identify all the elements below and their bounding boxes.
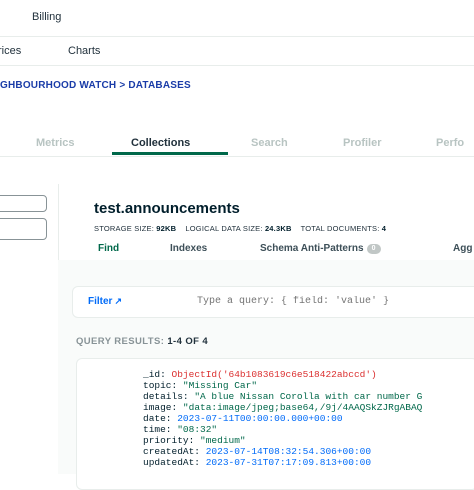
collection-stats: STORAGE SIZE: 92KB LOGICAL DATA SIZE: 24… bbox=[94, 224, 386, 233]
collection-subtabs: Find Indexes Schema Anti-Patterns 0 Agg bbox=[58, 240, 474, 260]
query-results-text: QUERY RESULTS: bbox=[76, 336, 165, 347]
field-updated-at: updatedAt: 2023-07-31T07:17:09.813+00:00 bbox=[143, 457, 371, 468]
top-navbar: Billing bbox=[0, 0, 474, 37]
field-date-key: date: bbox=[143, 413, 172, 424]
field-topic-value: "Missing Car" bbox=[182, 380, 258, 391]
filter-query-input[interactable] bbox=[197, 296, 474, 307]
field-details-value: "A blue Nissan Corolla with car number G bbox=[194, 391, 423, 402]
subtab-schema-anti-patterns[interactable]: Schema Anti-Patterns 0 bbox=[260, 243, 381, 254]
field-topic: topic: "Missing Car" bbox=[143, 380, 257, 391]
subtab-aggregations[interactable]: Agg bbox=[453, 243, 472, 254]
field-date-value: 2023-07-11T00:00:00.000+00:00 bbox=[177, 413, 343, 424]
field-details: details: "A blue Nissan Corolla with car… bbox=[143, 391, 422, 402]
logical-size-value: 24.3KB bbox=[264, 224, 292, 233]
field-image-value: "data:image/jpeg;base64,/9j/4AAQSkZJRgAB… bbox=[182, 402, 423, 413]
logical-size-label: LOGICAL DATA SIZE: bbox=[185, 224, 263, 233]
field-time-key: time: bbox=[143, 424, 172, 435]
field-image-key: image: bbox=[143, 402, 178, 413]
services-link[interactable]: rices bbox=[0, 45, 21, 57]
collection-panel: test.announcements STORAGE SIZE: 92KB LO… bbox=[58, 184, 474, 490]
charts-link[interactable]: Charts bbox=[68, 45, 100, 57]
field-id: _id: ObjectId('64b1083619c6e518422abccd'… bbox=[143, 369, 377, 380]
billing-link[interactable]: Billing bbox=[32, 11, 61, 23]
document-card[interactable]: _id: ObjectId('64b1083619c6e518422abccd'… bbox=[76, 358, 474, 490]
total-documents-label: TOTAL DOCUMENTS: bbox=[300, 224, 380, 233]
cluster-tabs: Metrics Collections Search Profiler Perf… bbox=[0, 134, 474, 157]
field-image: image: "data:image/jpeg;base64,/9j/4AAQS… bbox=[143, 402, 422, 413]
subtab-schema-label: Schema Anti-Patterns bbox=[260, 243, 364, 254]
field-created-at: createdAt: 2023-07-14T08:32:54.306+00:00 bbox=[143, 446, 371, 457]
field-updated-key: updatedAt: bbox=[143, 457, 201, 468]
storage-size-label: STORAGE SIZE: bbox=[94, 224, 154, 233]
filter-label-text: Filter bbox=[88, 296, 113, 307]
field-priority-key: priority: bbox=[143, 435, 195, 446]
database-sidebar bbox=[0, 184, 59, 474]
subtab-find[interactable]: Find bbox=[98, 243, 119, 254]
field-id-key: _id: bbox=[143, 369, 166, 380]
field-created-key: createdAt: bbox=[143, 446, 201, 457]
filter-bar: Filter ↗ bbox=[72, 286, 474, 318]
active-tab-indicator bbox=[112, 152, 228, 155]
tab-collections[interactable]: Collections bbox=[131, 137, 190, 149]
field-updated-value: 2023-07-31T07:17:09.813+00:00 bbox=[205, 457, 372, 468]
subtab-indexes[interactable]: Indexes bbox=[170, 243, 207, 254]
schema-count-badge: 0 bbox=[366, 244, 381, 254]
field-date: date: 2023-07-11T00:00:00.000+00:00 bbox=[143, 413, 343, 424]
sidebar-search-input[interactable] bbox=[0, 218, 47, 240]
find-content: Filter↗ QUERY RESULTS: 1-4 OF 4 _id: Obj… bbox=[58, 260, 474, 490]
field-priority: priority: "medium" bbox=[143, 435, 246, 446]
field-created-value: 2023-07-14T08:32:54.306+00:00 bbox=[205, 446, 372, 457]
field-id-value: ObjectId('64b1083619c6e518422abccd') bbox=[171, 369, 377, 380]
filter-label[interactable]: Filter ↗ bbox=[88, 296, 122, 307]
project-subnav: rices Charts bbox=[0, 37, 474, 66]
field-time: time: "08:32" bbox=[143, 424, 217, 435]
query-results-label: QUERY RESULTS: 1-4 OF 4 bbox=[76, 336, 208, 347]
tab-metrics[interactable]: Metrics bbox=[36, 137, 75, 149]
field-topic-key: topic: bbox=[143, 380, 178, 391]
field-priority-value: "medium" bbox=[200, 435, 246, 446]
field-details-key: details: bbox=[143, 391, 189, 402]
query-results-range: 1-4 OF 4 bbox=[167, 336, 209, 347]
storage-size-value: 92KB bbox=[156, 224, 177, 233]
external-link-icon: ↗ bbox=[114, 296, 122, 306]
field-time-value: "08:32" bbox=[177, 424, 218, 435]
total-documents-value: 4 bbox=[381, 224, 387, 233]
sidebar-create-database-button[interactable] bbox=[0, 195, 47, 212]
tab-profiler[interactable]: Profiler bbox=[343, 137, 382, 149]
breadcrumb[interactable]: GHBOURHOOD WATCH > DATABASES bbox=[0, 80, 191, 91]
collection-namespace: test.announcements bbox=[94, 200, 240, 217]
tab-search[interactable]: Search bbox=[251, 137, 288, 149]
tab-performance[interactable]: Perfo bbox=[436, 137, 464, 149]
